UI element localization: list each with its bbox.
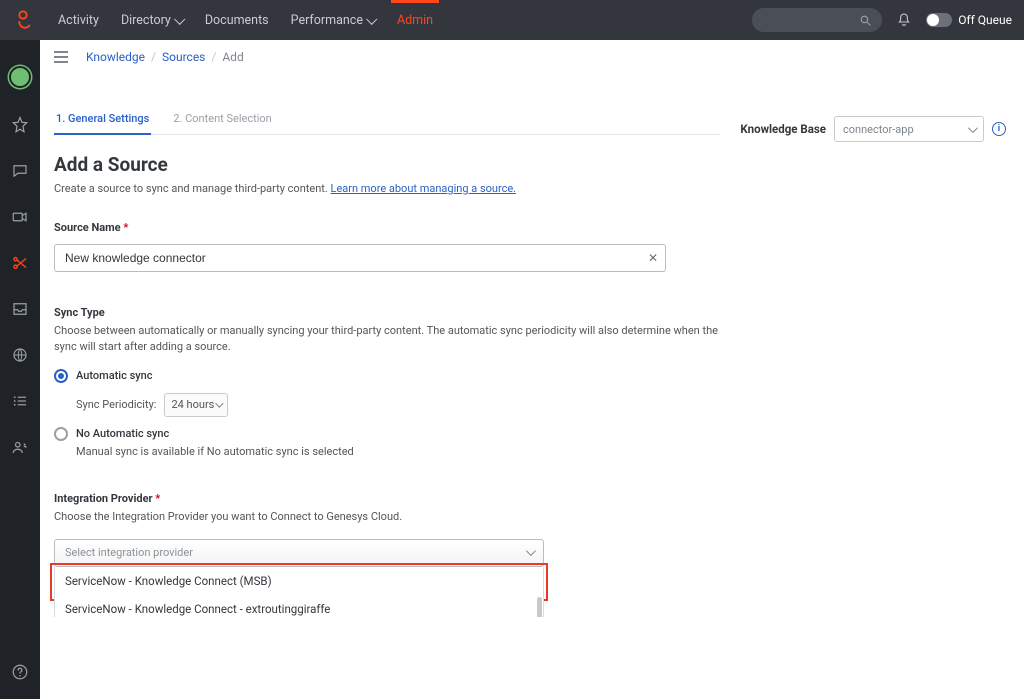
breadcrumb-sep: /: [151, 50, 156, 64]
notifications-bell-icon[interactable]: [896, 12, 912, 28]
help-icon[interactable]: [11, 663, 29, 681]
nav-label: Documents: [205, 13, 269, 28]
sync-periodicity-select[interactable]: 24 hours: [164, 393, 228, 417]
page-title: Add a Source: [54, 153, 720, 176]
people-icon[interactable]: [11, 438, 29, 456]
learn-more-link[interactable]: Learn more about managing a source.: [331, 182, 517, 195]
top-nav: Activity Directory Documents Performance…: [48, 0, 443, 40]
kb-selector-row: Knowledge Base connector-app i: [740, 74, 1010, 142]
search-icon: [859, 14, 872, 27]
global-search[interactable]: [752, 8, 882, 32]
inbox-icon[interactable]: [11, 300, 29, 318]
tab-general-settings[interactable]: 1. General Settings: [54, 112, 151, 135]
content-area: Knowledge / Sources / Add 1. General Set…: [40, 40, 1024, 699]
wizard-tabs: 1. General Settings 2. Content Selection: [54, 112, 720, 135]
clear-input-icon[interactable]: ✕: [648, 251, 658, 265]
chevron-down-icon: [174, 14, 185, 25]
integration-provider-option[interactable]: ServiceNow - Knowledge Connect (MSB): [55, 567, 543, 595]
page-subtitle: Create a source to sync and manage third…: [54, 182, 720, 195]
breadcrumb-sep: /: [211, 50, 216, 64]
scrollbar-thumb[interactable]: [537, 597, 542, 617]
kb-select[interactable]: connector-app: [834, 116, 984, 142]
integration-provider-trigger[interactable]: Select integration provider: [54, 539, 544, 567]
integration-provider-placeholder: Select integration provider: [65, 546, 193, 559]
nav-activity[interactable]: Activity: [48, 0, 109, 40]
radio-automatic-sync[interactable]: [54, 369, 68, 383]
integration-provider-dropdown: Select integration provider ServiceNow -…: [54, 539, 544, 597]
nav-label: Directory: [121, 13, 171, 28]
list-icon[interactable]: [11, 392, 29, 410]
breadcrumb-item[interactable]: Sources: [162, 50, 205, 64]
avatar[interactable]: [9, 66, 31, 88]
chevron-down-icon: [366, 14, 377, 25]
queue-toggle[interactable]: Off Queue: [926, 13, 1012, 27]
chat-icon[interactable]: [11, 162, 29, 180]
breadcrumb-current: Add: [222, 50, 243, 64]
chevron-down-icon: [216, 399, 224, 407]
sync-periodicity-value: 24 hours: [171, 398, 214, 411]
subtitle-text: Create a source to sync and manage third…: [54, 182, 331, 195]
radio-no-automatic-sync-label: No Automatic sync: [76, 427, 169, 440]
integration-provider-options: ServiceNow - Knowledge Connect (MSB) Ser…: [54, 567, 544, 617]
hamburger-menu-icon[interactable]: [54, 51, 68, 63]
nav-admin[interactable]: Admin: [387, 0, 443, 40]
nav-label: Activity: [58, 13, 99, 28]
toggle-switch-icon: [926, 13, 952, 27]
tab-content-selection[interactable]: 2. Content Selection: [171, 112, 273, 134]
left-rail: [0, 40, 40, 699]
sync-periodicity-label: Sync Periodicity:: [76, 398, 156, 411]
info-icon[interactable]: i: [992, 122, 1006, 136]
radio-no-automatic-sync[interactable]: [54, 427, 68, 441]
chevron-down-icon: [968, 123, 978, 133]
kb-label: Knowledge Base: [740, 122, 826, 136]
kb-value: connector-app: [843, 123, 914, 136]
globe-icon[interactable]: [11, 346, 29, 364]
genesys-logo-icon: [12, 9, 34, 31]
video-icon[interactable]: [11, 208, 29, 226]
no-automatic-sync-help: Manual sync is available if No automatic…: [76, 445, 720, 458]
integration-provider-option[interactable]: ServiceNow - Knowledge Connect - extrout…: [55, 595, 543, 617]
source-name-input[interactable]: [54, 244, 666, 272]
breadcrumb-item[interactable]: Knowledge: [86, 50, 145, 64]
radio-automatic-sync-label: Automatic sync: [76, 369, 153, 382]
sync-type-label: Sync Type: [54, 306, 720, 319]
nav-performance[interactable]: Performance: [281, 0, 385, 40]
queue-label: Off Queue: [958, 13, 1012, 27]
nav-label: Performance: [291, 13, 363, 28]
star-icon[interactable]: [11, 116, 29, 134]
sync-type-help: Choose between automatically or manually…: [54, 323, 720, 355]
nav-directory[interactable]: Directory: [111, 0, 193, 40]
nav-documents[interactable]: Documents: [195, 0, 279, 40]
nav-label: Admin: [397, 13, 433, 28]
interactions-icon[interactable]: [11, 254, 29, 272]
top-bar: Activity Directory Documents Performance…: [0, 0, 1024, 40]
integration-provider-help: Choose the Integration Provider you want…: [54, 509, 720, 525]
source-name-label: Source Name *: [54, 221, 720, 234]
breadcrumb-bar: Knowledge / Sources / Add: [40, 40, 1024, 74]
chevron-down-icon: [526, 546, 536, 556]
integration-provider-label: Integration Provider *: [54, 492, 720, 505]
